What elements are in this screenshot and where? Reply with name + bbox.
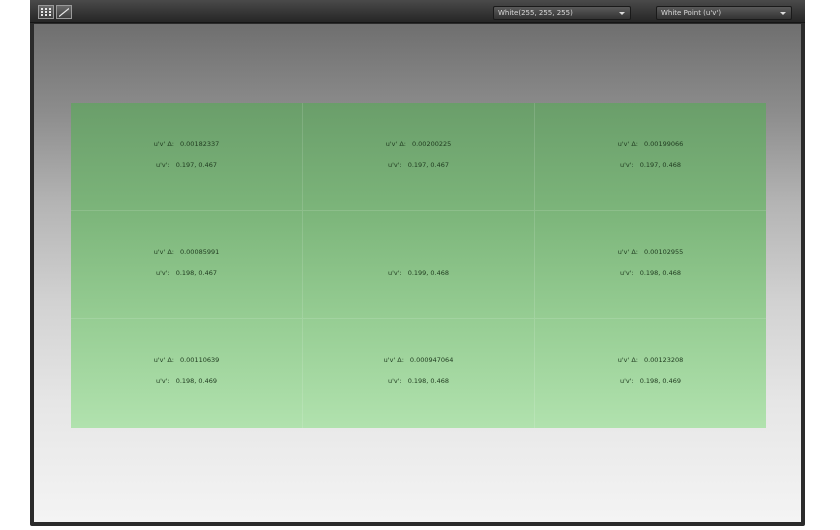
grid-view-button[interactable] [38,5,54,19]
delta-line: u'v' Δ: 0.000947064 [303,356,534,364]
uv-value: 0.198, 0.469 [175,377,218,385]
uv-label: u'v': [387,269,402,277]
uv-value: 0.199, 0.468 [407,269,450,277]
delta-line: u'v' Δ: 0.00102955 [535,248,766,256]
delta-line: u'v' Δ: 0.00085991 [71,248,302,256]
uv-line: u'v': 0.197, 0.467 [303,161,534,169]
delta-line: u'v' Δ: 0.00123208 [535,356,766,364]
delta-value: 0.00110639 [179,356,220,364]
uv-label: u'v': [387,161,402,169]
grid-cell-3[interactable]: u'v' Δ: 0.00199066 u'v': 0.197, 0.468 [535,103,766,211]
delta-label: u'v' Δ: [385,140,406,148]
delta-value: 0.00199066 [643,140,684,148]
grid-cell-7[interactable]: u'v' Δ: 0.00110639 u'v': 0.198, 0.469 [71,319,303,428]
uv-line: u'v': 0.198, 0.467 [71,269,302,277]
delta-label: u'v' Δ: [617,356,638,364]
delta-value: 0.00182337 [179,140,220,148]
uv-label: u'v': [619,377,634,385]
grid-cell-1[interactable]: u'v' Δ: 0.00182337 u'v': 0.197, 0.467 [71,103,303,211]
uv-label: u'v': [619,269,634,277]
delta-line: u'v' Δ: 0.00199066 [535,140,766,148]
grid-cell-5-reference[interactable]: u'v': 0.199, 0.468 [303,211,535,319]
delta-label: u'v' Δ: [153,248,174,256]
curve-icon [59,7,69,17]
delta-label: u'v' Δ: [617,140,638,148]
uv-label: u'v': [155,377,170,385]
delta-value: 0.00085991 [179,248,220,256]
app-window: White(255, 255, 255) White Point (u'v') … [30,0,805,526]
curve-view-button[interactable] [56,5,72,19]
uv-value: 0.198, 0.468 [639,269,682,277]
uv-line: u'v': 0.198, 0.469 [71,377,302,385]
uv-line: u'v': 0.197, 0.467 [71,161,302,169]
metric-select-value: White Point (u'v') [661,9,722,17]
uv-line: u'v': 0.198, 0.468 [303,377,534,385]
uv-line: u'v': 0.198, 0.469 [535,377,766,385]
delta-value: 0.00200225 [411,140,452,148]
chevron-down-icon [780,12,786,15]
delta-label: u'v' Δ: [153,140,174,148]
measurement-canvas: u'v' Δ: 0.00182337 u'v': 0.197, 0.467 u'v'… [34,24,801,522]
uv-value: 0.197, 0.468 [639,161,682,169]
uv-value: 0.197, 0.467 [407,161,450,169]
delta-value: 0.000947064 [409,356,454,364]
grid-cell-6[interactable]: u'v' Δ: 0.00102955 u'v': 0.198, 0.468 [535,211,766,319]
uv-label: u'v': [619,161,634,169]
delta-line: u'v' Δ: 0.00110639 [71,356,302,364]
uv-line: u'v': 0.199, 0.468 [303,269,534,277]
pattern-select-value: White(255, 255, 255) [498,9,573,17]
delta-label: u'v' Δ: [153,356,174,364]
uv-label: u'v': [387,377,402,385]
uv-value: 0.198, 0.467 [175,269,218,277]
delta-label: u'v' Δ: [617,248,638,256]
chevron-down-icon [619,12,625,15]
grid-icon [41,8,51,16]
grid-cell-8[interactable]: u'v' Δ: 0.000947064 u'v': 0.198, 0.468 [303,319,535,428]
uv-value: 0.198, 0.469 [639,377,682,385]
uv-line: u'v': 0.197, 0.468 [535,161,766,169]
delta-label: u'v' Δ: [383,356,404,364]
grid-cell-4[interactable]: u'v' Δ: 0.00085991 u'v': 0.198, 0.467 [71,211,303,319]
uniformity-grid: u'v' Δ: 0.00182337 u'v': 0.197, 0.467 u'v'… [71,103,766,428]
delta-line: u'v' Δ: 0.00182337 [71,140,302,148]
uv-value: 0.198, 0.468 [407,377,450,385]
pattern-select[interactable]: White(255, 255, 255) [493,6,631,20]
toolbar: White(255, 255, 255) White Point (u'v') [30,0,805,23]
uv-label: u'v': [155,161,170,169]
uv-line: u'v': 0.198, 0.468 [535,269,766,277]
grid-cell-2[interactable]: u'v' Δ: 0.00200225 u'v': 0.197, 0.467 [303,103,535,211]
uv-value: 0.197, 0.467 [175,161,218,169]
metric-select[interactable]: White Point (u'v') [656,6,792,20]
delta-value: 0.00123208 [643,356,684,364]
uv-label: u'v': [155,269,170,277]
delta-line: u'v' Δ: 0.00200225 [303,140,534,148]
delta-value: 0.00102955 [643,248,684,256]
grid-cell-9[interactable]: u'v' Δ: 0.00123208 u'v': 0.198, 0.469 [535,319,766,428]
